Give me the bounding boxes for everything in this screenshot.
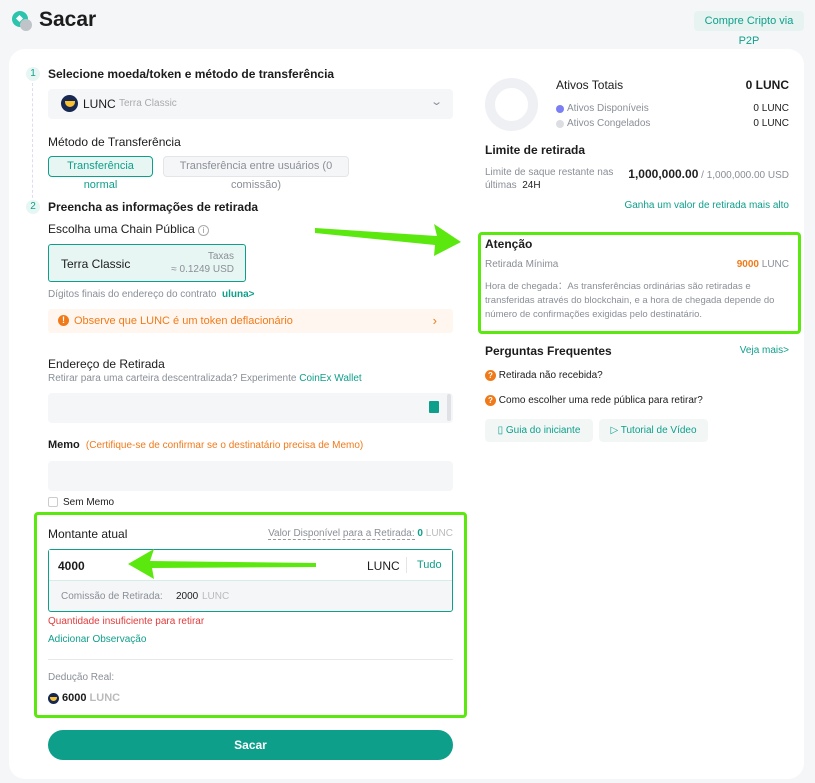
annotation-arrow-left [128, 549, 316, 579]
annotation-arrow-right [315, 224, 461, 256]
annotation-arrows [128, 224, 461, 579]
